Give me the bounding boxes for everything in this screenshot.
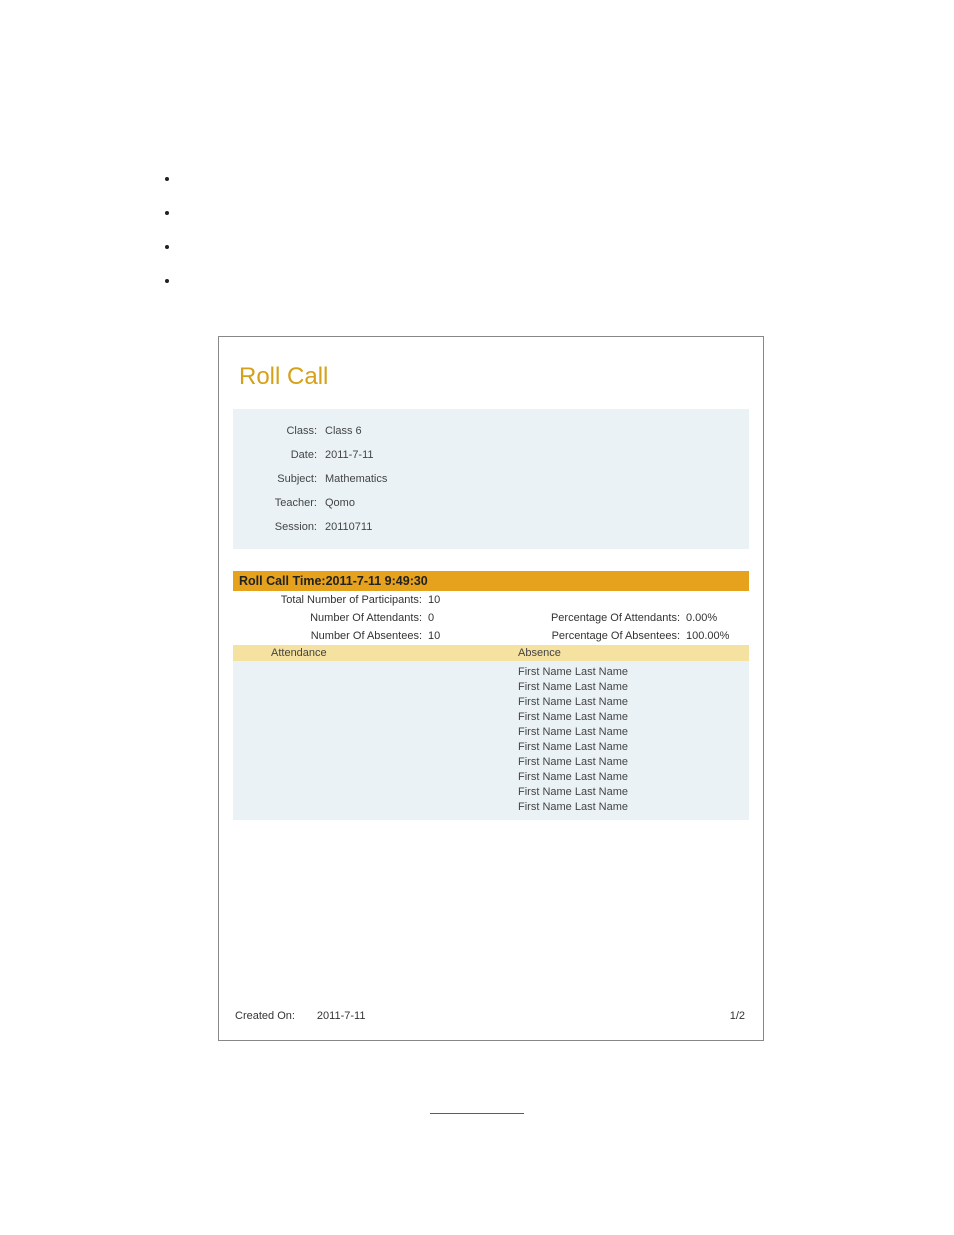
bullet-list bbox=[140, 170, 954, 306]
total-participants-label: Total Number of Participants: bbox=[233, 594, 428, 606]
attendants-label: Number Of Attendants: bbox=[233, 612, 428, 624]
columns-header: Attendance Absence bbox=[233, 645, 749, 661]
bullet-item bbox=[180, 238, 954, 272]
rollcall-time-bar: Roll Call Time:2011-7-11 9:49:30 bbox=[233, 571, 749, 591]
absence-row: First Name Last Name bbox=[518, 786, 628, 798]
absence-row: First Name Last Name bbox=[518, 771, 628, 783]
class-label: Class: bbox=[233, 425, 323, 437]
subject-label: Subject: bbox=[233, 473, 323, 485]
absence-row: First Name Last Name bbox=[518, 666, 628, 678]
absence-row: First Name Last Name bbox=[518, 756, 628, 768]
absentees-label: Number Of Absentees: bbox=[233, 630, 428, 642]
absence-row: First Name Last Name bbox=[518, 711, 628, 723]
subject-value: Mathematics bbox=[323, 473, 387, 485]
teacher-value: Qomo bbox=[323, 497, 355, 509]
report-footer: Created On: 2011-7-11 1/2 bbox=[233, 1010, 749, 1026]
absence-list: First Name Last Name First Name Last Nam… bbox=[233, 661, 749, 820]
absence-row: First Name Last Name bbox=[518, 696, 628, 708]
bullet-item bbox=[180, 204, 954, 238]
header-block: Class: Class 6 Date: 2011-7-11 Subject: … bbox=[233, 409, 749, 549]
bullet-item bbox=[180, 272, 954, 306]
teacher-label: Teacher: bbox=[233, 497, 323, 509]
absentees-pct-label: Percentage Of Absentees: bbox=[518, 630, 686, 642]
report-title: Roll Call bbox=[239, 363, 749, 391]
date-value: 2011-7-11 bbox=[323, 449, 374, 461]
class-value: Class 6 bbox=[323, 425, 362, 437]
absence-column-header: Absence bbox=[518, 647, 561, 659]
created-on-label: Created On: bbox=[235, 1010, 295, 1022]
absentees-value: 10 bbox=[428, 630, 518, 642]
report-frame: Roll Call Class: Class 6 Date: 2011-7-11… bbox=[218, 336, 764, 1041]
session-label: Session: bbox=[233, 521, 323, 533]
date-label: Date: bbox=[233, 449, 323, 461]
session-value: 20110711 bbox=[323, 521, 372, 533]
absentees-pct-value: 100.00% bbox=[686, 630, 729, 642]
attendants-value: 0 bbox=[428, 612, 518, 624]
attendance-column-header: Attendance bbox=[233, 647, 518, 659]
absence-row: First Name Last Name bbox=[518, 801, 628, 813]
bullet-item bbox=[180, 170, 954, 204]
total-participants-value: 10 bbox=[428, 594, 518, 606]
absence-row: First Name Last Name bbox=[518, 726, 628, 738]
absence-row: First Name Last Name bbox=[518, 681, 628, 693]
attendants-pct-value: 0.00% bbox=[686, 612, 717, 624]
stats-block: Total Number of Participants: 10 Number … bbox=[233, 591, 749, 645]
absence-row: First Name Last Name bbox=[518, 741, 628, 753]
created-on-value: 2011-7-11 bbox=[295, 1010, 366, 1022]
divider-line bbox=[430, 1113, 524, 1114]
attendants-pct-label: Percentage Of Attendants: bbox=[518, 612, 686, 624]
page-number: 1/2 bbox=[730, 1010, 749, 1022]
